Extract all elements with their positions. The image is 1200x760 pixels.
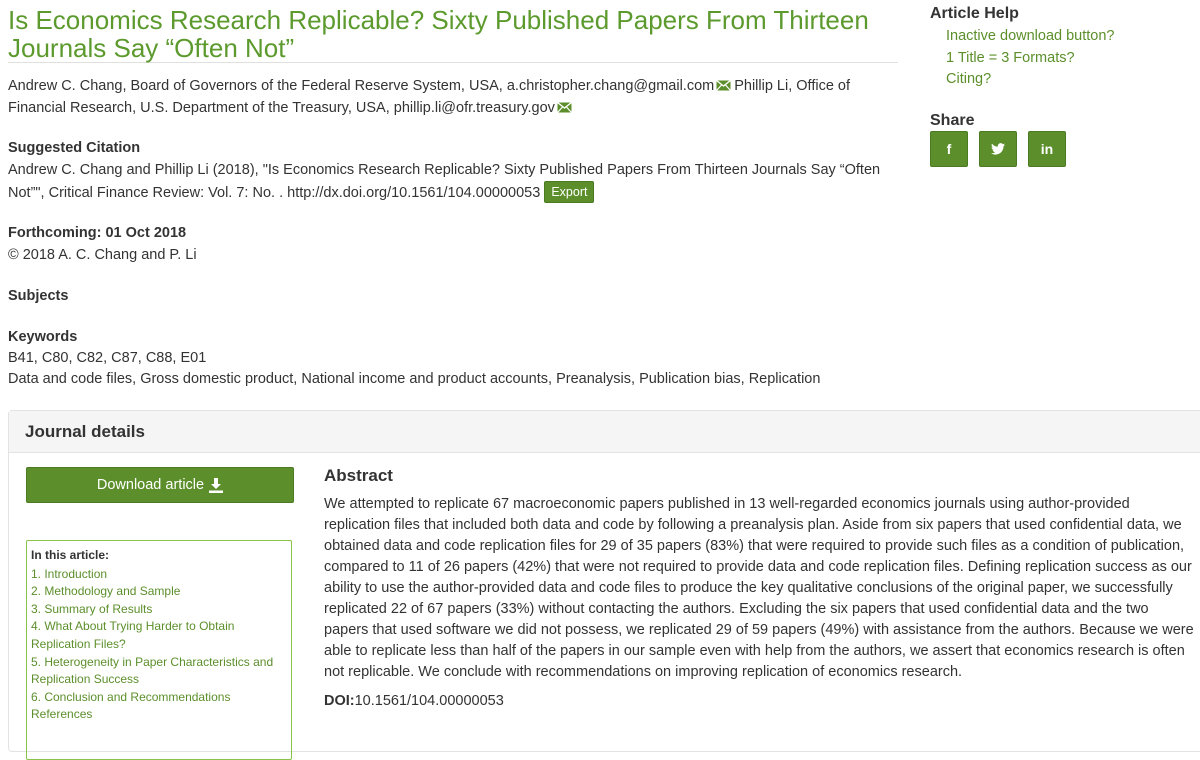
toc-item-references[interactable]: References [31, 706, 291, 724]
keywords-heading: Keywords [8, 329, 78, 345]
subjects-heading: Subjects [8, 288, 69, 304]
keyword-terms: Data and code files, Gross domestic prod… [8, 371, 821, 387]
download-label: Download article [96, 477, 205, 493]
citation-text: Andrew C. Chang and Phillip Li (2018), "… [8, 162, 881, 201]
keyword-codes: B41, C80, C82, C87, C88, E01 [8, 350, 207, 366]
subjects-section: Subjects [8, 285, 68, 307]
citation-text-wrap: Andrew C. Chang and Phillip Li (2018), "… [8, 159, 898, 204]
abstract-section: Abstract We attempted to replicate 67 ma… [324, 466, 1194, 709]
toc-heading: In this article: [31, 548, 110, 562]
citation-heading: Suggested Citation [8, 140, 141, 156]
toc-item-summary[interactable]: 3. Summary of Results [31, 601, 291, 619]
facebook-share-button[interactable]: f [930, 130, 968, 167]
help-link-inactive-download[interactable]: Inactive download button? [946, 26, 1190, 48]
download-icon [209, 477, 224, 493]
doi-label: DOI: [324, 693, 355, 709]
article-title: Is Economics Research Replicable? Sixty … [8, 5, 869, 63]
help-link-citing[interactable]: Citing? [946, 69, 1190, 91]
download-article-button[interactable]: Download article [26, 467, 294, 503]
export-button[interactable]: Export [544, 181, 595, 203]
twitter-share-button[interactable] [979, 130, 1017, 167]
abstract-heading: Abstract [324, 466, 393, 485]
share-heading: Share [930, 111, 975, 129]
toc-item-conclusion[interactable]: 6. Conclusion and Recommendations [31, 689, 291, 707]
copyright: © 2018 A. C. Chang and P. Li [8, 247, 197, 263]
linkedin-icon: in [1040, 140, 1054, 157]
toc-item-heterogeneity[interactable]: 5. Heterogeneity in Paper Characteristic… [31, 654, 291, 689]
journal-details-panel: Journal details Download article In this… [8, 410, 1200, 760]
forthcoming-date: Forthcoming: 01 Oct 2018 [8, 225, 187, 241]
sidebar: Article Help Inactive download button? 1… [930, 4, 1190, 167]
doi: DOI:10.1561/104.00000053 [324, 693, 1194, 709]
authors: Andrew C. Chang, Board of Governors of t… [8, 75, 888, 119]
linkedin-share-button[interactable]: in [1028, 130, 1066, 167]
toc-item-introduction[interactable]: 1. Introduction [31, 566, 291, 584]
article-help-heading: Article Help [930, 5, 1019, 22]
article-main: Is Economics Research Replicable? Sixty … [8, 0, 898, 387]
email-icon[interactable] [716, 80, 732, 91]
help-link-formats[interactable]: 1 Title = 3 Formats? [946, 48, 1190, 70]
journal-details-heading: Journal details [9, 411, 1200, 453]
keywords-section: Keywords B41, C80, C82, C87, C88, E01 Da… [8, 327, 820, 390]
toc-item-methodology[interactable]: 2. Methodology and Sample [31, 583, 291, 601]
share-buttons: f in [930, 130, 1190, 167]
help-links: Inactive download button? 1 Title = 3 Fo… [946, 26, 1190, 91]
author-1: Andrew C. Chang, Board of Governors of t… [8, 78, 715, 94]
twitter-icon [991, 142, 1005, 155]
facebook-icon: f [946, 140, 952, 157]
suggested-citation: Suggested Citation Andrew C. Chang and P… [8, 137, 898, 204]
forthcoming-section: Forthcoming: 01 Oct 2018 © 2018 A. C. Ch… [8, 222, 197, 266]
doi-value[interactable]: 10.1561/104.00000053 [355, 693, 504, 709]
toc-item-trying-harder[interactable]: 4. What About Trying Harder to Obtain Re… [31, 618, 291, 653]
email-icon[interactable] [556, 102, 572, 113]
abstract-text: We attempted to replicate 67 macroeconom… [324, 496, 1194, 680]
table-of-contents: In this article: 1. Introduction 2. Meth… [26, 540, 292, 760]
